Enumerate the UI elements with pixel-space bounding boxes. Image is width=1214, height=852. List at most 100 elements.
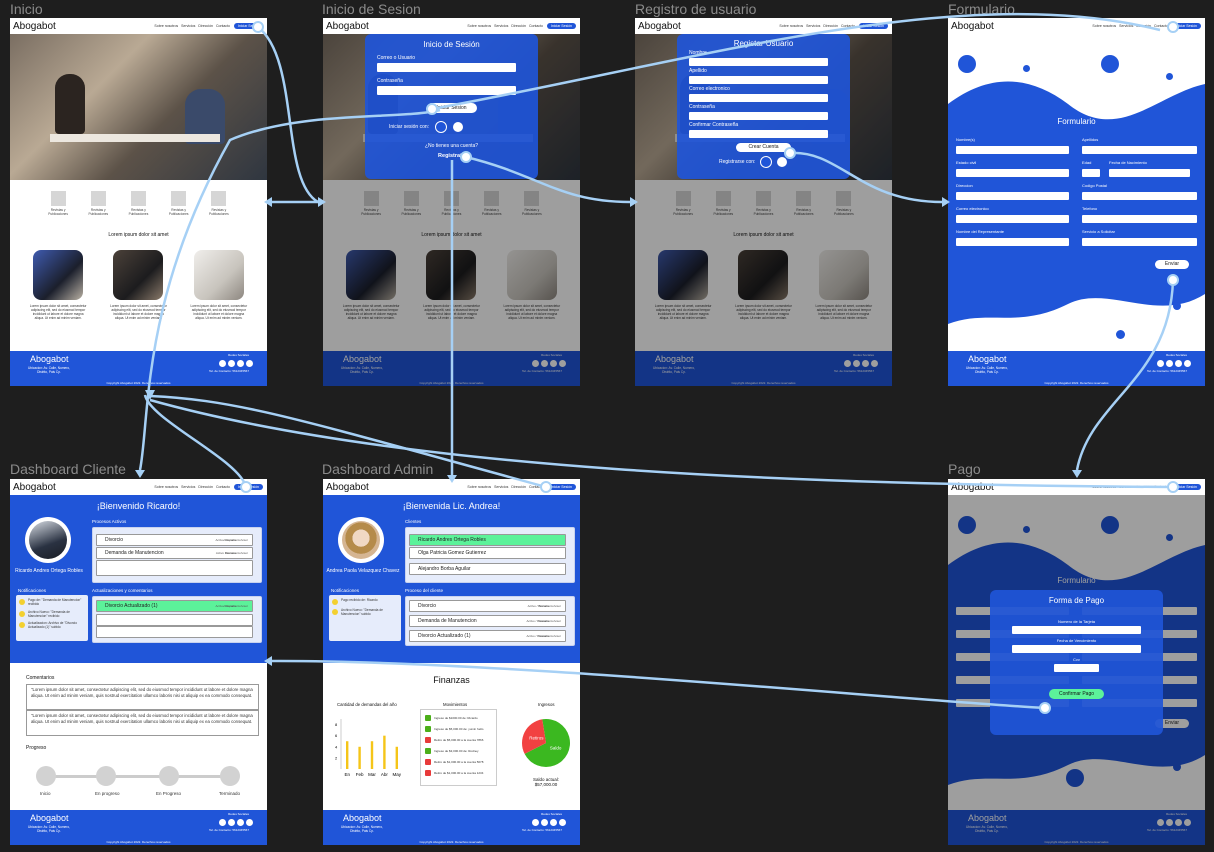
- name-field[interactable]: [956, 146, 1069, 154]
- user-input[interactable]: [377, 63, 516, 72]
- x-tick-label: Abr: [381, 772, 389, 777]
- register-link[interactable]: Registrate: [365, 153, 538, 159]
- process-row[interactable]: Divorcio Activo / Borrado Documento/visor: [409, 600, 566, 612]
- section-heading: Lorem ipsum dolor sit amet: [108, 232, 169, 238]
- google-icon[interactable]: [777, 157, 788, 167]
- comment: "Lorem ipsum dolor sit amet, consectetur…: [26, 684, 259, 710]
- lastname-input[interactable]: [689, 76, 828, 84]
- civil-status-field[interactable]: [956, 169, 1069, 177]
- login-modal: Inicio de Sesión Correo o Usuario Contra…: [365, 34, 538, 179]
- login-submit-button[interactable]: Iniciar Sesion: [426, 103, 477, 113]
- service-item[interactable]: Revistas y Publicaciones: [43, 191, 73, 217]
- notifications-list: Pago recibido de: Ricardo Archivo Nuevo:…: [329, 595, 401, 641]
- expiry-input[interactable]: [1012, 645, 1141, 653]
- nav-bar: Abogabot Sobre nosotros Servicios Direcció…: [10, 18, 267, 34]
- email-input[interactable]: [689, 94, 828, 102]
- frame-registro: Abogabot Sobre nosotros Servicios Dirección…: [635, 18, 892, 386]
- frame-sesion: Abogabot Sobre nosotros Servicios Dirección…: [323, 18, 580, 386]
- address-field[interactable]: [956, 192, 1069, 200]
- update-row[interactable]: Divorcio Actualizado (1) Activo/ocupado Do…: [96, 600, 253, 612]
- notifications-list: Pago de: "Demanda de Manutencion" recibi…: [16, 595, 88, 641]
- x-tick-label: May: [393, 772, 402, 777]
- service-item[interactable]: Revistas y Publicaciones: [83, 191, 113, 217]
- progress-track: [45, 775, 235, 778]
- balance-amount: $57,000.00: [534, 782, 558, 787]
- service-item[interactable]: Revistas y Publicaciones: [123, 191, 153, 217]
- progress-step: [36, 766, 56, 786]
- process-row[interactable]: Divorcio Activo/ocupado Documento/visor: [96, 534, 253, 546]
- avatar: [25, 517, 71, 563]
- bell-icon: [19, 599, 25, 605]
- active-processes-list: Divorcio Activo/ocupado Documento/visor De…: [92, 527, 262, 583]
- register-title: Registar Usuario: [733, 39, 794, 48]
- y-tick-label: 8: [335, 722, 338, 727]
- card: Lorem ipsum dolor sit amet, consectetur …: [28, 250, 88, 321]
- facebook-icon[interactable]: [760, 156, 773, 168]
- service-field[interactable]: [1082, 238, 1197, 246]
- service-item[interactable]: Revistas y Publicaciones: [164, 191, 194, 217]
- x-tick-label: En: [344, 772, 350, 777]
- bell-icon: [332, 609, 338, 615]
- service-item[interactable]: Revistas y Publicaciones: [204, 191, 234, 217]
- frame-dash-cliente: Abogabot Sobre nosotros Servicios Dirección…: [10, 479, 267, 845]
- representative-field[interactable]: [956, 238, 1069, 246]
- confirm-password-input[interactable]: [689, 130, 828, 138]
- form-title: Formulario: [1057, 117, 1096, 126]
- movement-item: Retiro de $5,000.00 a la cuenta 7866: [425, 737, 492, 743]
- frame-pago: Abogabot Sobre nosotros Servicios Dirección…: [948, 479, 1205, 845]
- bar: [358, 746, 361, 769]
- process-row[interactable]: Demanda de Manutencion Activo / Pausado Do…: [409, 615, 566, 627]
- lastname-field[interactable]: [1082, 146, 1197, 154]
- process-row[interactable]: Demanda de Manutencion Activo Demaso Docum…: [96, 547, 253, 559]
- login-title: Inicio de Sesión: [423, 40, 480, 49]
- social-icons[interactable]: [219, 360, 253, 367]
- client-row[interactable]: Alejandro Borba Aguilar: [409, 563, 566, 575]
- bar: [346, 741, 349, 769]
- nav-link-services[interactable]: Servicios: [181, 24, 195, 28]
- google-icon[interactable]: [453, 122, 464, 132]
- password-input[interactable]: [689, 112, 828, 120]
- demands-bar-chart: 2 4 6 8 En Feb Mar Abr May: [335, 719, 402, 777]
- process-row[interactable]: Divorcio Actualizado (1) Activo / Pausado…: [409, 630, 566, 642]
- progress-step: [96, 766, 116, 786]
- register-modal: Registar Usuario Nombre Apellido Correo …: [677, 34, 850, 179]
- x-tick-label: Mar: [368, 772, 376, 777]
- progress-step: [220, 766, 240, 786]
- zip-field[interactable]: [1082, 192, 1197, 200]
- birthdate-field[interactable]: [1109, 169, 1190, 177]
- progress-step: [159, 766, 179, 786]
- facebook-icon[interactable]: [435, 121, 448, 133]
- y-tick-label: 6: [335, 733, 338, 738]
- y-tick-label: 2: [335, 755, 338, 760]
- card-number-input[interactable]: [1012, 626, 1141, 634]
- login-button[interactable]: Iniciar Sesión: [233, 23, 263, 29]
- update-row-empty[interactable]: [96, 614, 253, 626]
- name-input[interactable]: [689, 58, 828, 66]
- payment-title: Forma de Pago: [1048, 596, 1105, 605]
- phone-field[interactable]: [1082, 215, 1197, 223]
- update-row-empty[interactable]: [96, 626, 253, 638]
- bell-icon: [19, 622, 25, 629]
- nav-link-contact[interactable]: Contacto: [216, 24, 230, 28]
- process-row-empty[interactable]: [96, 560, 253, 576]
- frame-label-registro: Registro de usuario: [635, 1, 757, 17]
- movement-item: Ingreso de $5,000.00 de: yumin hello: [425, 726, 492, 732]
- income-pie-chart: Saldo Retiros: [522, 719, 570, 767]
- bar: [395, 746, 398, 769]
- create-account-button[interactable]: Crear Cuenta: [736, 143, 791, 152]
- nav-link-address[interactable]: Dirección: [198, 24, 213, 28]
- nav-link-about[interactable]: Sobre nosotros: [154, 24, 178, 28]
- age-field[interactable]: [1082, 169, 1100, 177]
- movement-item: Retiro de $1,000.00 a la cuenta 1234: [425, 770, 492, 776]
- logo[interactable]: Abogabot: [13, 21, 154, 32]
- confirm-payment-button[interactable]: Confirmar Pago: [1049, 689, 1104, 699]
- submit-form-button[interactable]: Enviar: [1155, 260, 1189, 269]
- frame-label-pago: Pago: [948, 461, 981, 477]
- pie-label: Retiros: [529, 736, 544, 741]
- email-field[interactable]: [956, 215, 1069, 223]
- client-row[interactable]: Olga Patricia Gomez Gutierrez: [409, 547, 566, 559]
- services-row: Revistas y Publicaciones Revistas y Publ…: [10, 191, 267, 217]
- cvv-input[interactable]: [1054, 664, 1099, 672]
- client-row[interactable]: Ricardo Andres Ortega Robles: [409, 534, 566, 546]
- password-input[interactable]: [377, 86, 516, 95]
